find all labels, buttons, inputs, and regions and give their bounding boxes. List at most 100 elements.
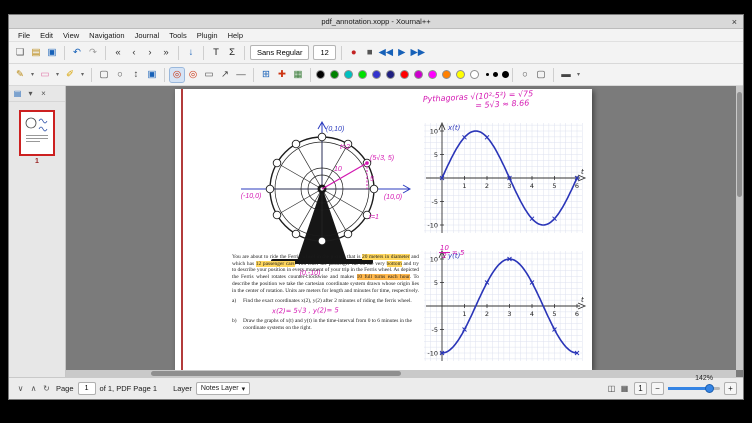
fraction-annotation: 102 = 5: [439, 245, 464, 261]
menu-item[interactable]: Journal: [130, 31, 165, 40]
color-magenta-swatch[interactable]: [414, 70, 423, 79]
menu-item[interactable]: Help: [223, 31, 248, 40]
highlighter-tool-icon[interactable]: ✐: [63, 68, 77, 82]
menu-item[interactable]: Edit: [35, 31, 58, 40]
item-b: b) Draw the graphs of x(t) and y(t) in t…: [232, 318, 419, 331]
toolbar-separator: [164, 68, 165, 82]
select-lasso-icon[interactable]: ○: [113, 68, 127, 82]
toolbox-icon[interactable]: ▦: [291, 68, 305, 82]
color-pink-swatch[interactable]: [428, 70, 437, 79]
layer-selector[interactable]: Notes Layer ▾: [196, 382, 250, 395]
thickness-fine-icon[interactable]: [486, 73, 489, 76]
sidebar-caret-icon[interactable]: ▾: [25, 88, 36, 99]
problem-text: You are about to ride the Ferris wheel i…: [232, 254, 419, 332]
preview-layers-icon[interactable]: ▤: [12, 88, 23, 99]
menu-item[interactable]: Plugin: [192, 31, 223, 40]
color-yellow-swatch[interactable]: [456, 70, 465, 79]
color-green-swatch[interactable]: [330, 70, 339, 79]
forward-audio-icon[interactable]: ▶▶: [411, 46, 425, 60]
horizontal-scrollbar[interactable]: [66, 370, 736, 377]
pen-tool-icon[interactable]: ✎: [13, 68, 27, 82]
last-page-icon[interactable]: »: [159, 46, 173, 60]
highlighter-options-caret-icon[interactable]: ▾: [79, 68, 86, 82]
color-cyan-swatch[interactable]: [344, 70, 353, 79]
paragraph-segment: You are about to ride the Ferris wheel i…: [232, 254, 362, 260]
color-black-swatch[interactable]: [316, 70, 325, 79]
page-number-input[interactable]: [78, 382, 96, 395]
thickness-thick-icon[interactable]: [502, 71, 509, 78]
menu-item[interactable]: Tools: [164, 31, 192, 40]
dual-page-view-icon[interactable]: ◫: [606, 383, 617, 394]
open-file-icon[interactable]: ▤: [29, 46, 43, 60]
color-red-swatch[interactable]: [400, 70, 409, 79]
titlebar[interactable]: pdf_annotation.xopp - Xournal++ ×: [9, 15, 743, 29]
redo-icon[interactable]: ↷: [86, 46, 100, 60]
shape-recognizer-icon[interactable]: ◎: [170, 68, 184, 82]
color-orange-swatch[interactable]: [442, 70, 451, 79]
eraser-tool-icon[interactable]: ▭: [38, 68, 52, 82]
grid-view-icon[interactable]: ▦: [619, 383, 630, 394]
refresh-icon[interactable]: ↻: [41, 383, 52, 394]
toolbar-main: ❏▤▣↶↷«‹›»↓TΣ Sans Regular 12 ●■◀◀▶▶▶: [9, 42, 743, 64]
scroll-down-icon[interactable]: ∨: [15, 383, 26, 394]
pdf-page[interactable]: Pythagoras √(10²-5²) = √75 = 5√3 ≈ 8.66: [175, 89, 592, 370]
eraser-options-caret-icon[interactable]: ▾: [54, 68, 61, 82]
font-size-button[interactable]: 12: [313, 45, 335, 60]
latex-tool-icon[interactable]: Σ: [225, 46, 239, 60]
first-page-icon[interactable]: «: [111, 46, 125, 60]
draw-rectangle-icon[interactable]: ▭: [202, 68, 216, 82]
play-audio-icon[interactable]: ▶: [395, 46, 409, 60]
vertical-space-icon[interactable]: ↕: [129, 68, 143, 82]
svg-text:2: 2: [485, 310, 489, 318]
zoom-in-button[interactable]: +: [724, 382, 737, 395]
previous-page-icon[interactable]: ‹: [127, 46, 141, 60]
font-selector-button[interactable]: Sans Regular: [250, 45, 309, 60]
menu-item[interactable]: File: [13, 31, 35, 40]
snap-grid-icon[interactable]: ⊞: [259, 68, 273, 82]
toolbar-separator: [310, 68, 311, 82]
rewind-audio-icon[interactable]: ◀◀: [379, 46, 393, 60]
text-tool-icon[interactable]: T: [209, 46, 223, 60]
color-white-swatch[interactable]: [470, 70, 479, 79]
save-icon[interactable]: ▣: [45, 46, 59, 60]
pen-options-caret-icon[interactable]: ▾: [29, 68, 36, 82]
zoom-out-button[interactable]: −: [651, 382, 664, 395]
fill-shape-icon[interactable]: ▢: [534, 68, 548, 82]
sidebar-close-icon[interactable]: ×: [38, 88, 49, 99]
wheel-point-marker: [365, 161, 369, 165]
draw-arrow-icon[interactable]: ↗: [218, 68, 232, 82]
color-lime-swatch[interactable]: [358, 70, 367, 79]
zoom-slider-thumb[interactable]: [705, 384, 714, 393]
menu-item[interactable]: Navigation: [84, 31, 129, 40]
color-blue-swatch[interactable]: [372, 70, 381, 79]
stop-audio-icon[interactable]: ■: [363, 46, 377, 60]
thickness-medium-icon[interactable]: [493, 72, 498, 77]
highlight-position-icon[interactable]: ✚: [275, 68, 289, 82]
zoom-slider[interactable]: [668, 387, 720, 390]
page-thumbnail[interactable]: [19, 110, 55, 156]
draw-ellipse-icon[interactable]: ◎: [186, 68, 200, 82]
vertical-scrollbar-thumb[interactable]: [737, 92, 742, 197]
horizontal-scrollbar-thumb[interactable]: [151, 371, 401, 376]
new-file-icon[interactable]: ❏: [13, 46, 27, 60]
line-style-icon[interactable]: ▬: [559, 68, 573, 82]
insert-image-icon[interactable]: ▣: [145, 68, 159, 82]
window-close-button[interactable]: ×: [732, 15, 737, 28]
goto-page-icon[interactable]: ↓: [184, 46, 198, 60]
page-thumbnail-preview: [22, 113, 52, 153]
select-rectangle-icon[interactable]: ▢: [97, 68, 111, 82]
svg-text:4: 4: [530, 182, 534, 190]
color-navy-swatch[interactable]: [386, 70, 395, 79]
vertical-scrollbar[interactable]: [736, 86, 743, 370]
record-audio-icon[interactable]: ●: [347, 46, 361, 60]
scroll-up-icon[interactable]: ∧: [28, 383, 39, 394]
menu-item[interactable]: View: [58, 31, 84, 40]
draw-line-icon[interactable]: —: [234, 68, 248, 82]
fraction: 102: [439, 245, 450, 261]
default-color-icon[interactable]: ○: [518, 68, 532, 82]
undo-icon[interactable]: ↶: [70, 46, 84, 60]
next-page-icon[interactable]: ›: [143, 46, 157, 60]
pages-per-row-button[interactable]: 1: [634, 382, 647, 395]
line-style-caret-icon[interactable]: ▾: [575, 68, 582, 82]
canvas-area[interactable]: Pythagoras √(10²-5²) = √75 = 5√3 ≈ 8.66: [66, 86, 743, 377]
